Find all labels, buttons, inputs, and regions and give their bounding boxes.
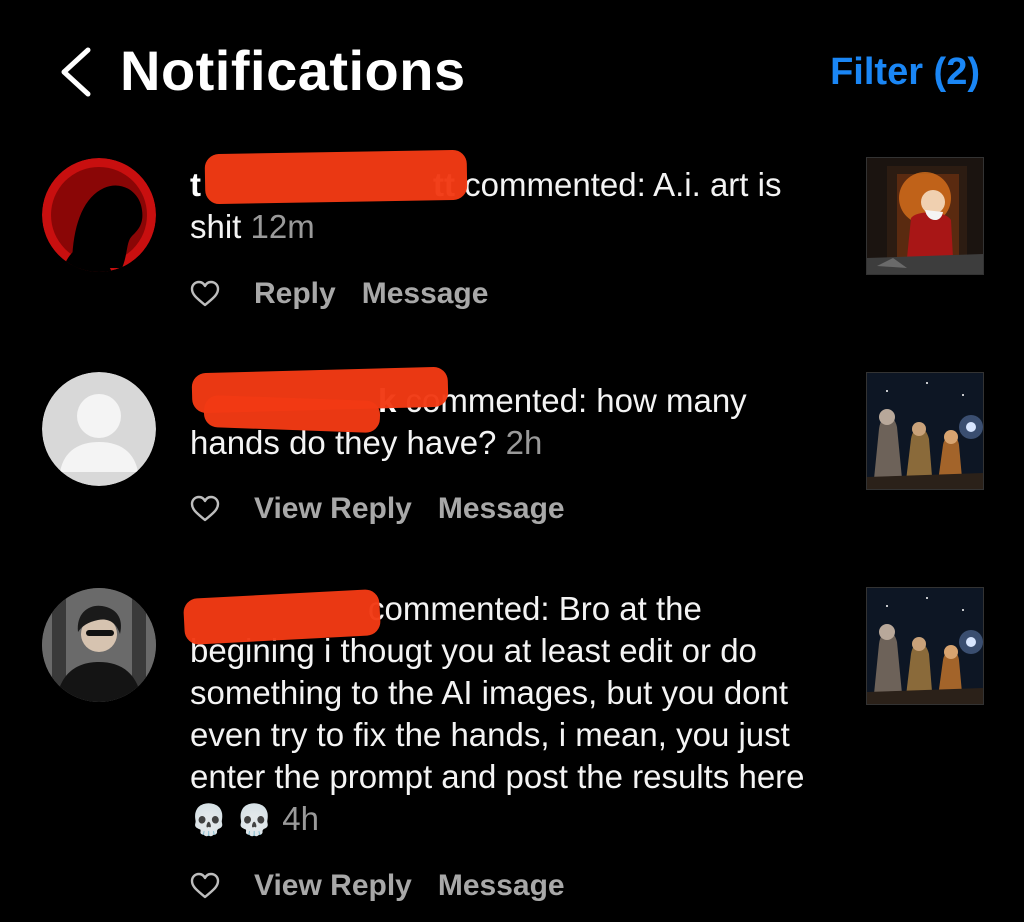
avatar[interactable] (42, 588, 156, 702)
post-thumbnail[interactable] (866, 372, 984, 490)
comment-prefix: commented: (454, 166, 654, 203)
view-reply-button[interactable]: View Reply (254, 492, 412, 526)
view-reply-button[interactable]: View Reply (254, 869, 412, 903)
message-button[interactable]: Message (438, 869, 565, 903)
timestamp: 2h (505, 424, 543, 461)
filter-button[interactable]: Filter (2) (830, 48, 980, 96)
avatar[interactable] (42, 372, 156, 486)
timestamp: 4h (282, 800, 319, 837)
timestamp: 12m (250, 208, 315, 245)
post-thumbnail[interactable] (866, 587, 984, 705)
post-thumbnail[interactable] (866, 157, 984, 275)
chevron-left-icon[interactable] (56, 46, 96, 98)
reply-button[interactable]: Reply (254, 277, 336, 311)
redaction-mark (204, 149, 468, 205)
comment-prefix: commented: (368, 590, 559, 627)
heart-icon[interactable] (190, 872, 220, 900)
notification-actions: View Reply Message (190, 489, 591, 529)
avatar[interactable] (42, 158, 156, 272)
header: Notifications Filter (2) (0, 0, 1024, 140)
notification-actions: View Reply Message (190, 866, 591, 906)
heart-icon[interactable] (190, 280, 220, 308)
skull-emoji: 💀 💀 (190, 804, 274, 837)
message-button[interactable]: Message (438, 492, 565, 526)
message-button[interactable]: Message (362, 277, 489, 311)
page-title: Notifications (120, 39, 466, 102)
heart-icon[interactable] (190, 495, 220, 523)
notification-actions: Reply Message (190, 274, 514, 314)
redaction-mark (203, 394, 381, 434)
